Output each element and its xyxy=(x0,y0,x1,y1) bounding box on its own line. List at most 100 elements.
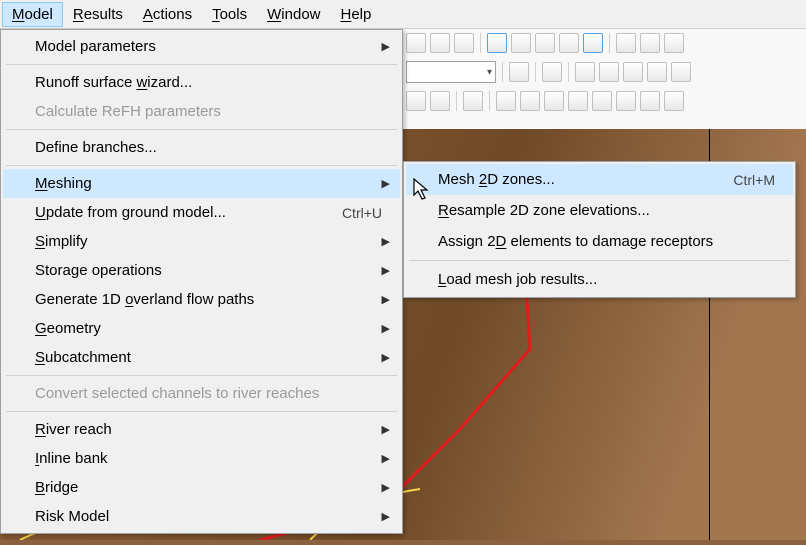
submenu-arrow-icon: ▶ xyxy=(382,351,390,364)
menu-item-label: Convert selected channels to river reach… xyxy=(35,385,319,402)
model-menu-item-bridge[interactable]: Bridge ▶ xyxy=(3,473,400,502)
menu-shortcut: Ctrl+U xyxy=(342,205,382,221)
model-menu-dropdown: Model parameters▶ Runoff surface wizard..… xyxy=(0,29,403,534)
toolbar-row-3 xyxy=(400,87,806,115)
tool-icon[interactable] xyxy=(430,33,450,53)
menubar-item-tools[interactable]: Tools xyxy=(202,2,257,27)
tool-icon[interactable] xyxy=(406,33,426,53)
meshing-menu-item-mesh-2d-zones[interactable]: Mesh 2D zones...Ctrl+M xyxy=(406,164,793,195)
grid-icon[interactable] xyxy=(640,91,660,111)
model-menu-item-simplify[interactable]: Simplify▶ xyxy=(3,227,400,256)
menu-item-label: Runoff surface wizard... xyxy=(35,74,192,91)
tool-icon[interactable] xyxy=(664,33,684,53)
menu-separator xyxy=(6,129,397,130)
meshing-menu-item-resample-2d-zone-elevations[interactable]: Resample 2D zone elevations... xyxy=(406,195,793,226)
tool-icon[interactable] xyxy=(542,62,562,82)
menu-separator xyxy=(6,411,397,412)
submenu-arrow-icon: ▶ xyxy=(382,452,390,465)
toolbar-separator xyxy=(609,33,610,53)
menubar-item-model[interactable]: Model xyxy=(2,2,63,27)
toolbar-row-1 xyxy=(400,29,806,57)
target-icon[interactable] xyxy=(406,91,426,111)
toolbar-separator xyxy=(489,91,490,111)
tool-icon[interactable] xyxy=(640,33,660,53)
tool-icon[interactable] xyxy=(487,33,507,53)
menu-item-label: Subcatchment xyxy=(35,349,131,366)
grid-icon[interactable] xyxy=(544,91,564,111)
zoom-out-icon[interactable] xyxy=(599,62,619,82)
menubar-item-window[interactable]: Window xyxy=(257,2,330,27)
meshing-submenu: Mesh 2D zones...Ctrl+MResample 2D zone e… xyxy=(403,161,796,298)
model-menu-item-storage-operations[interactable]: Storage operations▶ xyxy=(3,256,400,285)
menu-item-label: Generate 1D overland flow paths xyxy=(35,291,254,308)
menu-separator xyxy=(6,165,397,166)
tool-icon[interactable] xyxy=(616,33,636,53)
model-menu-item-update-from-ground-model[interactable]: Update from ground model... Ctrl+U xyxy=(3,198,400,227)
tool-icon[interactable] xyxy=(647,62,667,82)
menu-separator xyxy=(6,375,397,376)
toolbar-separator xyxy=(568,62,569,82)
submenu-arrow-icon: ▶ xyxy=(382,293,390,306)
grid-icon[interactable] xyxy=(664,91,684,111)
menu-item-label: Calculate ReFH parameters xyxy=(35,103,221,120)
submenu-arrow-icon: ▶ xyxy=(382,481,390,494)
target-icon[interactable] xyxy=(430,91,450,111)
grid-icon[interactable] xyxy=(616,91,636,111)
menu-item-label: Meshing xyxy=(35,175,92,192)
pan-icon[interactable] xyxy=(463,91,483,111)
menu-separator xyxy=(409,260,790,261)
model-menu-item-river-reach[interactable]: River reach ▶ xyxy=(3,415,400,444)
model-menu-item-convert-selected-channels-to-river-reaches: Convert selected channels to river reach… xyxy=(3,379,400,408)
menu-item-label: Geometry xyxy=(35,320,101,337)
menu-separator xyxy=(6,64,397,65)
menu-item-label: Assign 2D elements to damage receptors xyxy=(438,233,713,250)
menu-shortcut: Ctrl+M xyxy=(733,172,775,188)
menu-item-label: River reach xyxy=(35,421,112,438)
model-menu-item-generate-1d-overland-flow-paths[interactable]: Generate 1D overland flow paths ▶ xyxy=(3,285,400,314)
combo-box[interactable] xyxy=(406,61,496,83)
model-menu-item-define-branches[interactable]: Define branches... xyxy=(3,133,400,162)
menu-item-label: Inline bank xyxy=(35,450,108,467)
menu-item-label: Risk Model xyxy=(35,508,109,525)
cursor-tool-icon[interactable] xyxy=(509,62,529,82)
model-menu-item-subcatchment[interactable]: Subcatchment ▶ xyxy=(3,343,400,372)
menu-item-label: Load mesh job results... xyxy=(438,271,597,288)
submenu-arrow-icon: ▶ xyxy=(382,423,390,436)
toolbar-separator xyxy=(535,62,536,82)
model-menu-item-geometry[interactable]: Geometry▶ xyxy=(3,314,400,343)
menu-item-label: Update from ground model... xyxy=(35,204,226,221)
zoom-extents-icon[interactable] xyxy=(623,62,643,82)
model-menu-item-model-parameters[interactable]: Model parameters▶ xyxy=(3,32,400,61)
model-menu-item-inline-bank[interactable]: Inline bank ▶ xyxy=(3,444,400,473)
tool-icon[interactable] xyxy=(559,33,579,53)
toolbar-row-2 xyxy=(400,57,806,87)
menubar: Model Results Actions Tools Window Help xyxy=(0,0,806,29)
submenu-arrow-icon: ▶ xyxy=(382,235,390,248)
grid-icon[interactable] xyxy=(496,91,516,111)
grid-icon[interactable] xyxy=(520,91,540,111)
tool-icon[interactable] xyxy=(511,33,531,53)
model-menu-item-runoff-surface-wizard[interactable]: Runoff surface wizard... xyxy=(3,68,400,97)
model-menu-item-risk-model[interactable]: Risk Model ▶ xyxy=(3,502,400,531)
tool-icon[interactable] xyxy=(454,33,474,53)
menubar-item-help[interactable]: Help xyxy=(331,2,382,27)
model-menu-item-calculate-refh-parameters: Calculate ReFH parameters xyxy=(3,97,400,126)
tool-icon[interactable] xyxy=(583,33,603,53)
meshing-menu-item-assign-2d-elements-to-damage-receptors[interactable]: Assign 2D elements to damage receptors xyxy=(406,226,793,257)
grid-icon[interactable] xyxy=(592,91,612,111)
menubar-item-actions[interactable]: Actions xyxy=(133,2,202,27)
submenu-arrow-icon: ▶ xyxy=(382,264,390,277)
submenu-arrow-icon: ▶ xyxy=(382,40,390,53)
toolbar-area xyxy=(400,29,806,129)
meshing-menu-item-load-mesh-job-results[interactable]: Load mesh job results... xyxy=(406,264,793,295)
toolbar-separator xyxy=(456,91,457,111)
tool-icon[interactable] xyxy=(535,33,555,53)
menu-item-label: Define branches... xyxy=(35,139,157,156)
menubar-item-results[interactable]: Results xyxy=(63,2,133,27)
model-menu-item-meshing[interactable]: Meshing▶ xyxy=(3,169,400,198)
menu-item-label: Bridge xyxy=(35,479,78,496)
submenu-arrow-icon: ▶ xyxy=(382,510,390,523)
zoom-in-icon[interactable] xyxy=(575,62,595,82)
tool-icon[interactable] xyxy=(671,62,691,82)
grid-icon[interactable] xyxy=(568,91,588,111)
